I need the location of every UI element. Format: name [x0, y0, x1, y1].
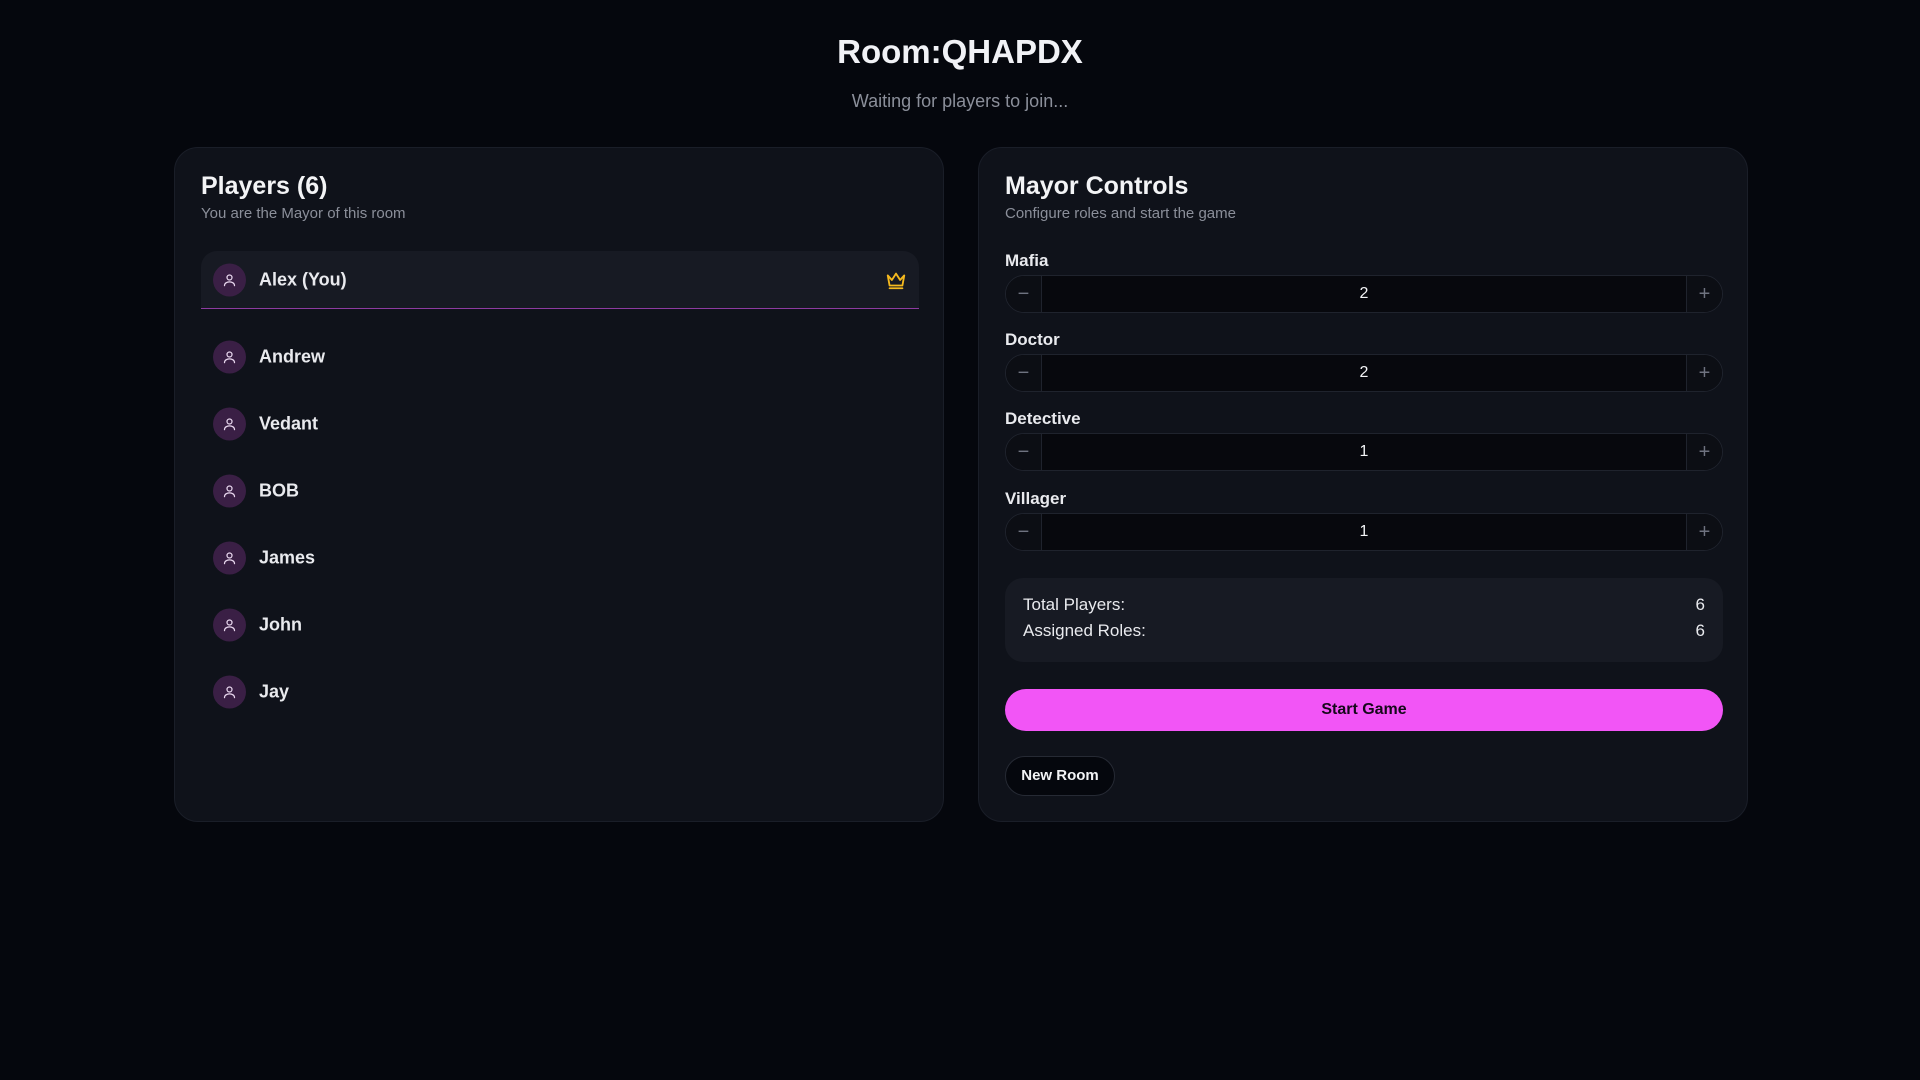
room-status: Waiting for players to join...: [851, 91, 1069, 111]
villager-stepper: − 1 +: [1005, 513, 1723, 551]
room-title: Room:QHAPDX: [837, 33, 1083, 70]
decrement-button[interactable]: −: [1006, 355, 1042, 391]
mayor-controls-panel: Mayor Controls Configure roles and start…: [978, 147, 1748, 822]
player-name: Jay: [259, 681, 290, 702]
role-summary: Total Players: 6 Assigned Roles: 6: [1005, 578, 1723, 662]
villager-count[interactable]: 1: [1043, 514, 1685, 550]
controls-description: Configure roles and start the game: [1005, 205, 1236, 222]
assigned-roles-label: Assigned Roles:: [1023, 621, 1146, 640]
decrement-button[interactable]: −: [1006, 514, 1042, 550]
start-game-button[interactable]: Start Game: [1005, 689, 1723, 731]
player-name: BOB: [259, 480, 299, 501]
detective-count[interactable]: 1: [1043, 434, 1685, 470]
increment-button[interactable]: +: [1686, 434, 1722, 470]
role-label-mafia: Mafia: [1005, 251, 1049, 270]
player-row: Vedant: [201, 395, 919, 453]
user-icon: [213, 474, 246, 508]
mafia-count[interactable]: 2: [1043, 276, 1685, 312]
player-name: Alex (You): [259, 269, 347, 289]
players-description: You are the Mayor of this room: [201, 205, 406, 222]
total-players-label: Total Players:: [1023, 595, 1126, 614]
role-label-doctor: Doctor: [1005, 330, 1060, 349]
user-icon: [213, 675, 246, 709]
player-row: BOB: [201, 462, 919, 520]
total-players-row: Total Players: 6: [1023, 595, 1705, 615]
new-room-button[interactable]: New Room: [1005, 756, 1115, 796]
room-header: Room:QHAPDX Waiting for players to join.…: [0, 0, 1920, 112]
increment-button[interactable]: +: [1686, 514, 1722, 550]
role-label-detective: Detective: [1005, 409, 1081, 428]
mafia-stepper: − 2 +: [1005, 275, 1723, 313]
decrement-button[interactable]: −: [1006, 434, 1042, 470]
players-panel: Players (6) You are the Mayor of this ro…: [174, 147, 944, 822]
players-title: Players (6): [201, 172, 328, 200]
user-icon: [213, 541, 246, 575]
player-name: James: [259, 547, 316, 568]
player-row: Jay: [201, 663, 919, 721]
assigned-roles-row: Assigned Roles: 6: [1023, 621, 1705, 641]
doctor-count[interactable]: 2: [1043, 355, 1685, 391]
crown-icon: [885, 269, 907, 291]
player-row: James: [201, 529, 919, 587]
increment-button[interactable]: +: [1686, 355, 1722, 391]
user-icon: [213, 407, 246, 441]
player-row: John: [201, 596, 919, 654]
player-name: John: [259, 614, 302, 635]
controls-title: Mayor Controls: [1005, 172, 1189, 200]
total-players-value: 6: [1695, 595, 1705, 614]
decrement-button[interactable]: −: [1006, 276, 1042, 312]
player-name: Vedant: [259, 413, 319, 434]
user-icon: [213, 608, 246, 642]
user-icon: [213, 340, 246, 374]
doctor-stepper: − 2 +: [1005, 354, 1723, 392]
detective-stepper: − 1 +: [1005, 433, 1723, 471]
player-row: Andrew: [201, 328, 919, 386]
assigned-roles-value: 6: [1695, 621, 1705, 640]
player-row-mayor: Alex (You): [201, 251, 919, 309]
player-name: Andrew: [259, 346, 326, 367]
role-label-villager: Villager: [1005, 489, 1067, 508]
user-icon: [213, 263, 246, 296]
increment-button[interactable]: +: [1686, 276, 1722, 312]
